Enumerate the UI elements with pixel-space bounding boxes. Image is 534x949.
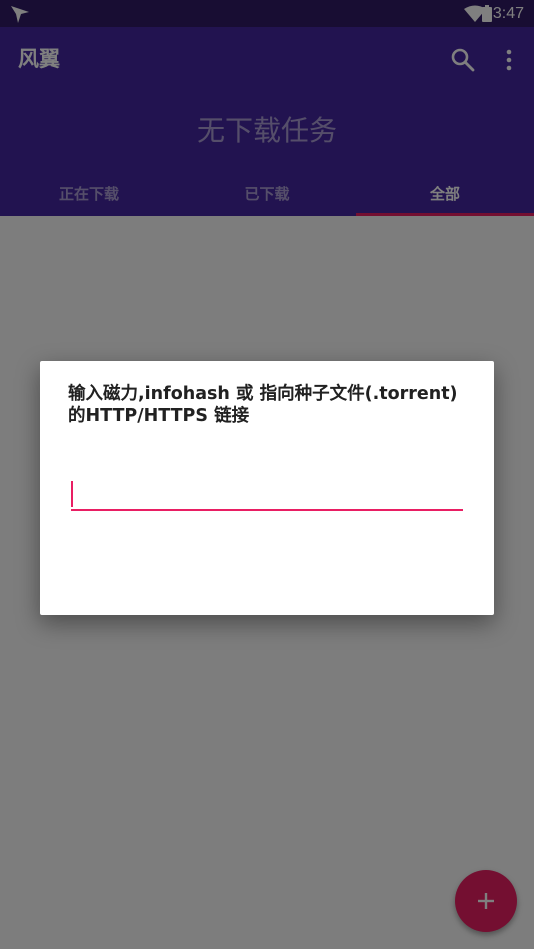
add-link-dialog: 输入磁力,infohash 或 指向种子文件(.torrent)的HTTP/HT… [40, 361, 494, 615]
text-caret [71, 481, 73, 507]
magnet-link-input[interactable] [71, 479, 463, 511]
dialog-title: 输入磁力,infohash 或 指向种子文件(.torrent)的HTTP/HT… [68, 384, 458, 426]
screen: 3:47 风翼 无下载任务 正在下载 已下载 全部 输入磁力,infohash … [0, 0, 534, 949]
